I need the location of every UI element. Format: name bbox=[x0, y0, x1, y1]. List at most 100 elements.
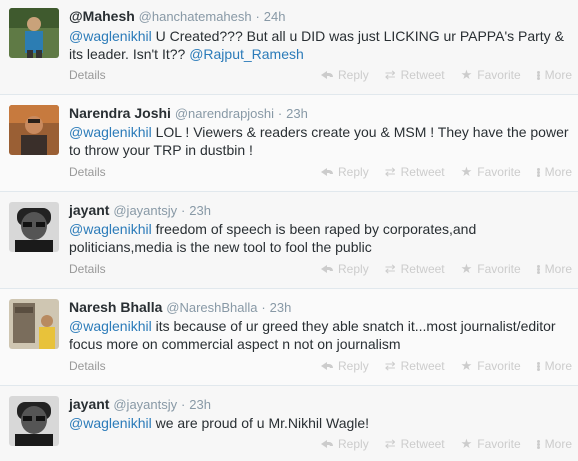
author-name[interactable]: jayant bbox=[69, 396, 109, 412]
mention-link[interactable]: @waglenikhil bbox=[69, 124, 152, 140]
tweet-timestamp[interactable]: 23h bbox=[189, 203, 211, 218]
retweet-label: Retweet bbox=[400, 68, 445, 82]
more-button[interactable]: More bbox=[536, 437, 572, 451]
author-handle[interactable]: @hanchatemahesh bbox=[139, 9, 252, 24]
more-button[interactable]: More bbox=[536, 68, 572, 82]
avatar[interactable] bbox=[9, 396, 59, 446]
favorite-button[interactable]: ★ Favorite bbox=[461, 165, 521, 179]
reply-icon bbox=[321, 439, 334, 449]
tweet-body: we are proud of u Mr.Nikhil Wagle! bbox=[151, 415, 370, 431]
tweet-text: @waglenikhil its because of ur greed the… bbox=[69, 317, 569, 353]
avatar-image bbox=[9, 202, 59, 252]
more-label: More bbox=[544, 165, 572, 179]
favorite-label: Favorite bbox=[477, 437, 521, 451]
more-label: More bbox=[544, 437, 572, 451]
retweet-icon: ⇄ bbox=[384, 67, 396, 82]
favorite-button[interactable]: ★ Favorite bbox=[461, 68, 521, 82]
details-link[interactable]: Details bbox=[69, 359, 106, 373]
tweet-timestamp[interactable]: 23h bbox=[189, 397, 211, 412]
tweet-item: Narendra Joshi @narendrapjoshi · 23h @wa… bbox=[0, 95, 578, 192]
reply-button[interactable]: Reply bbox=[321, 437, 369, 451]
tweet-item: @Mahesh @hanchatemahesh · 24h @waglenikh… bbox=[0, 0, 578, 95]
retweet-button[interactable]: ⇄ Retweet bbox=[385, 165, 445, 179]
retweet-button[interactable]: ⇄ Retweet bbox=[385, 437, 445, 451]
reply-button[interactable]: Reply bbox=[321, 262, 369, 276]
more-icon bbox=[536, 439, 540, 449]
reply-label: Reply bbox=[338, 262, 369, 276]
reply-button[interactable]: Reply bbox=[321, 165, 369, 179]
tweet-item: Naresh Bhalla @NareshBhalla · 23h @wagle… bbox=[0, 289, 578, 386]
favorite-label: Favorite bbox=[477, 165, 521, 179]
reply-label: Reply bbox=[338, 359, 369, 373]
separator-dot: · bbox=[255, 9, 260, 24]
details-link[interactable]: Details bbox=[69, 262, 106, 276]
reply-icon bbox=[321, 70, 334, 80]
more-icon bbox=[536, 70, 540, 80]
tweet-footer: Details Reply ⇄ Retweet ★ Favorite More bbox=[69, 359, 572, 377]
separator-dot: · bbox=[261, 300, 266, 315]
reply-icon bbox=[321, 361, 334, 371]
tweet-footer: Details Reply ⇄ Retweet ★ Favorite More bbox=[69, 262, 572, 280]
tweet-text: @waglenikhil U Created??? But all u DID … bbox=[69, 27, 569, 63]
author-name[interactable]: jayant bbox=[69, 202, 109, 218]
author-handle[interactable]: @narendrapjoshi bbox=[175, 106, 274, 121]
favorite-button[interactable]: ★ Favorite bbox=[461, 262, 521, 276]
retweet-icon: ⇄ bbox=[384, 436, 396, 451]
tweet-timeline: @Mahesh @hanchatemahesh · 24h @waglenikh… bbox=[0, 0, 578, 461]
star-icon: ★ bbox=[460, 164, 473, 179]
author-name[interactable]: Naresh Bhalla bbox=[69, 299, 162, 315]
more-button[interactable]: More bbox=[536, 165, 572, 179]
author-name[interactable]: Narendra Joshi bbox=[69, 105, 171, 121]
author-name[interactable]: @Mahesh bbox=[69, 8, 135, 24]
mention-link[interactable]: @waglenikhil bbox=[69, 415, 152, 431]
avatar-image bbox=[9, 105, 59, 155]
avatar-image bbox=[9, 396, 59, 446]
reply-button[interactable]: Reply bbox=[321, 359, 369, 373]
tweet-text: @waglenikhil freedom of speech is been r… bbox=[69, 220, 569, 256]
avatar[interactable] bbox=[9, 8, 59, 58]
mention-link[interactable]: @waglenikhil bbox=[69, 221, 152, 237]
avatar[interactable] bbox=[9, 105, 59, 155]
retweet-label: Retweet bbox=[400, 359, 445, 373]
more-button[interactable]: More bbox=[536, 262, 572, 276]
avatar[interactable] bbox=[9, 202, 59, 252]
retweet-button[interactable]: ⇄ Retweet bbox=[385, 359, 445, 373]
separator-dot: · bbox=[277, 106, 283, 121]
reply-label: Reply bbox=[338, 68, 369, 82]
retweet-label: Retweet bbox=[400, 262, 445, 276]
details-link[interactable]: Details bbox=[69, 68, 106, 82]
tweet-actions: Reply ⇄ Retweet ★ Favorite More bbox=[305, 68, 572, 82]
tweet-actions: Reply ⇄ Retweet ★ Favorite More bbox=[305, 359, 572, 373]
more-label: More bbox=[544, 359, 572, 373]
separator-dot: · bbox=[181, 397, 186, 412]
favorite-button[interactable]: ★ Favorite bbox=[461, 437, 521, 451]
retweet-label: Retweet bbox=[400, 165, 445, 179]
tweet-timestamp[interactable]: 24h bbox=[264, 9, 286, 24]
more-label: More bbox=[544, 262, 572, 276]
retweet-button[interactable]: ⇄ Retweet bbox=[385, 68, 445, 82]
tweet-item: jayant @jayantsjy · 23h @waglenikhil fre… bbox=[0, 192, 578, 289]
tweet-timestamp[interactable]: 23h bbox=[270, 300, 292, 315]
author-handle[interactable]: @jayantsjy bbox=[113, 203, 177, 218]
more-icon bbox=[536, 264, 540, 274]
reply-label: Reply bbox=[338, 165, 369, 179]
author-handle[interactable]: @NareshBhalla bbox=[166, 300, 257, 315]
tweet-timestamp[interactable]: 23h bbox=[286, 106, 308, 121]
retweet-button[interactable]: ⇄ Retweet bbox=[385, 262, 445, 276]
mention-link[interactable]: @waglenikhil bbox=[69, 318, 152, 334]
favorite-button[interactable]: ★ Favorite bbox=[461, 359, 521, 373]
reply-button[interactable]: Reply bbox=[321, 68, 369, 82]
star-icon: ★ bbox=[460, 261, 473, 276]
reply-icon bbox=[321, 264, 334, 274]
details-link[interactable]: Details bbox=[69, 165, 106, 179]
tweet-text: @waglenikhil LOL ! Viewers & readers cre… bbox=[69, 123, 569, 159]
mention-link[interactable]: @Rajput_Ramesh bbox=[189, 46, 304, 62]
author-handle[interactable]: @jayantsjy bbox=[113, 397, 177, 412]
more-icon bbox=[536, 361, 540, 371]
reply-label: Reply bbox=[338, 437, 369, 451]
more-button[interactable]: More bbox=[536, 359, 572, 373]
reply-icon bbox=[321, 167, 334, 177]
avatar[interactable] bbox=[9, 299, 59, 349]
mention-link[interactable]: @waglenikhil bbox=[69, 28, 152, 44]
retweet-icon: ⇄ bbox=[384, 261, 396, 276]
